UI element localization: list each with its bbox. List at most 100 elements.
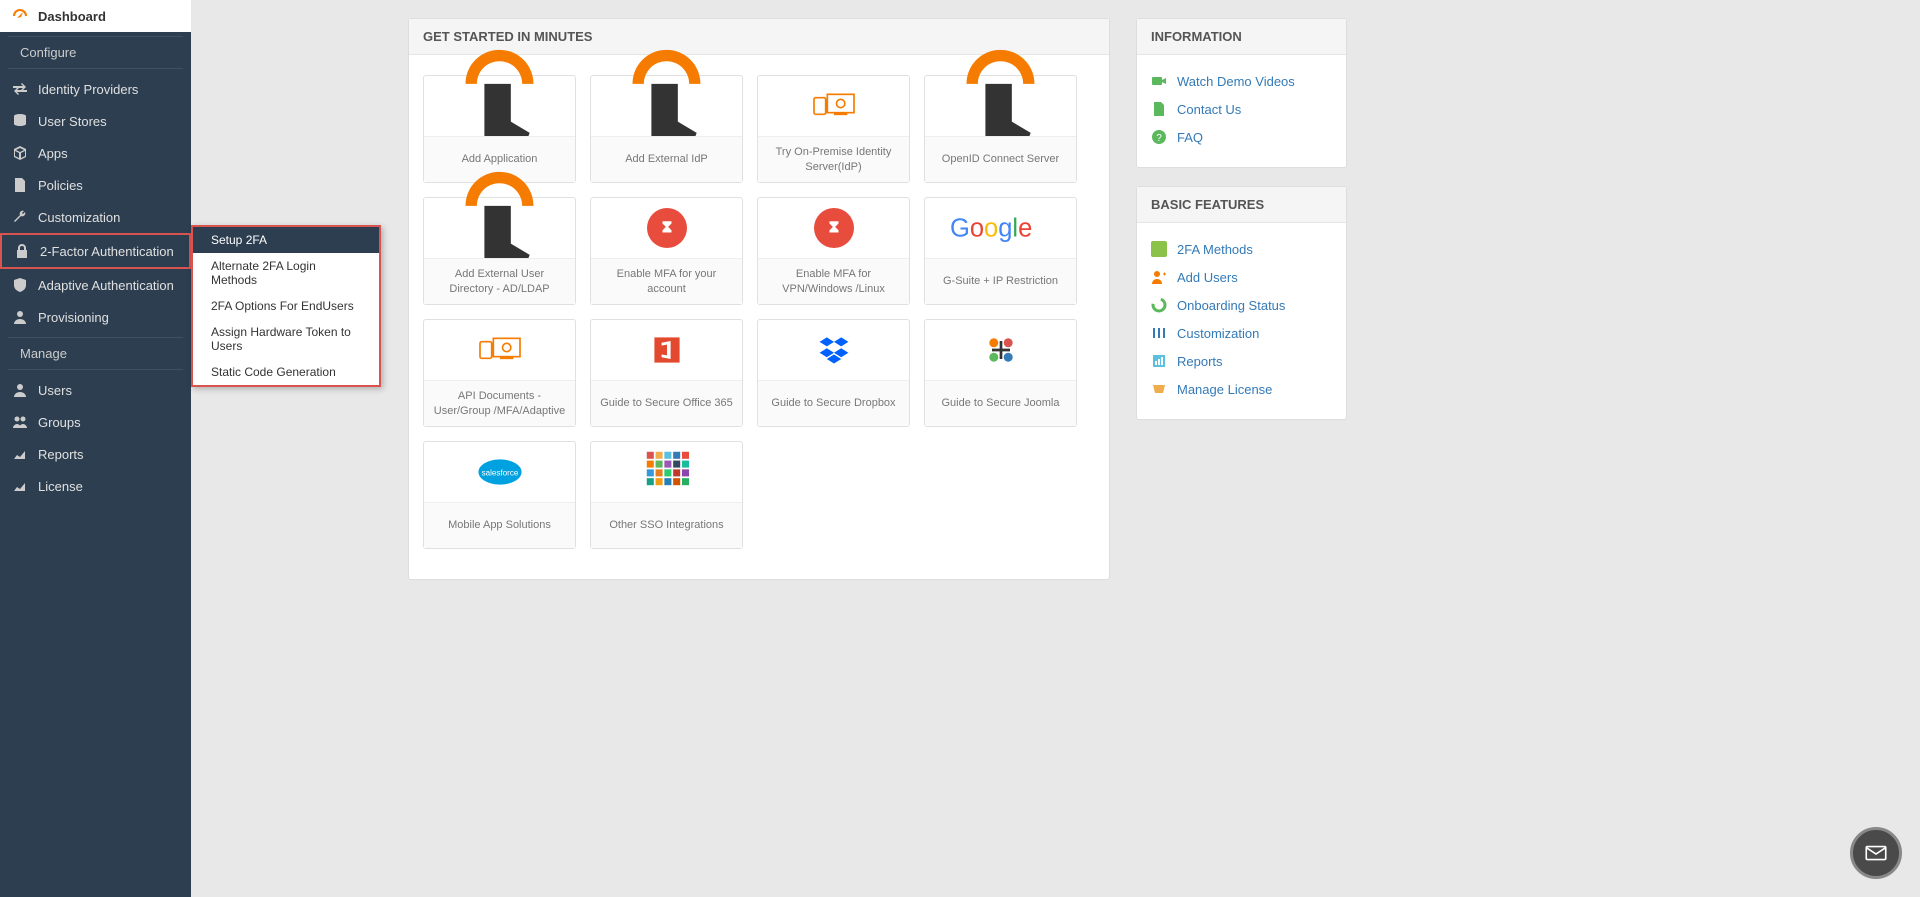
sidebar-item-users[interactable]: Users [0, 374, 191, 406]
link-manage-license[interactable]: Manage License [1151, 375, 1332, 403]
link-customization[interactable]: Customization [1151, 319, 1332, 347]
sidebar-item-apps[interactable]: Apps [0, 137, 191, 169]
sidebar-item-label: Customization [38, 210, 120, 225]
question-icon: ? [1151, 129, 1167, 145]
submenu-item-alternate-2fa[interactable]: Alternate 2FA Login Methods [193, 253, 379, 293]
main-panel: GET STARTED IN MINUTES Add Application A… [408, 18, 1110, 580]
user-icon [12, 382, 28, 398]
salesforce-icon: salesforce [424, 442, 575, 502]
dashboard-icon [12, 8, 28, 24]
submenu-item-assign-token[interactable]: Assign Hardware Token to Users [193, 319, 379, 359]
devices-icon [424, 320, 575, 380]
link-watch-demo[interactable]: Watch Demo Videos [1151, 67, 1332, 95]
card-onpremise-idp[interactable]: Try On-Premise Identity Server(IdP) [757, 75, 910, 183]
sidebar-item-customization[interactable]: Customization [0, 201, 191, 233]
sidebar-section-manage: Manage [8, 337, 183, 370]
sidebar-item-2fa[interactable]: 2-Factor Authentication [0, 233, 191, 269]
right-column: INFORMATION Watch Demo Videos Contact Us… [1136, 18, 1347, 438]
card-add-external-idp[interactable]: Add External IdP [590, 75, 743, 183]
card-openid-connect[interactable]: OpenID Connect Server [924, 75, 1077, 183]
link-label: Watch Demo Videos [1177, 74, 1295, 89]
touch-icon [591, 76, 742, 136]
sidebar-item-label: Users [38, 383, 72, 398]
lock-icon [14, 243, 30, 259]
sidebar-item-reports[interactable]: Reports [0, 438, 191, 470]
link-label: Reports [1177, 354, 1223, 369]
link-label: Manage License [1177, 382, 1272, 397]
link-2fa-methods[interactable]: 2FA Methods [1151, 235, 1332, 263]
card-label: Enable MFA for VPN/Windows /Linux [758, 258, 909, 304]
sidebar-item-dashboard[interactable]: Dashboard [0, 0, 191, 32]
sidebar: Dashboard Configure Identity Providers U… [0, 0, 191, 897]
sidebar-item-label: Dashboard [38, 9, 106, 24]
chart-icon [12, 478, 28, 494]
exchange-icon [12, 81, 28, 97]
svg-text:salesforce: salesforce [481, 469, 518, 478]
card-enable-mfa-account[interactable]: Enable MFA for your account [590, 197, 743, 305]
sidebar-item-policies[interactable]: Policies [0, 169, 191, 201]
database-icon [12, 113, 28, 129]
link-faq[interactable]: ? FAQ [1151, 123, 1332, 151]
submenu-item-setup-2fa[interactable]: Setup 2FA [193, 227, 379, 253]
link-label: 2FA Methods [1177, 242, 1253, 257]
card-label: Try On-Premise Identity Server(IdP) [758, 136, 909, 182]
sidebar-item-label: Identity Providers [38, 82, 138, 97]
report-icon [1151, 353, 1167, 369]
sidebar-item-groups[interactable]: Groups [0, 406, 191, 438]
dropbox-icon [758, 320, 909, 380]
sidebar-item-user-stores[interactable]: User Stores [0, 105, 191, 137]
card-joomla[interactable]: Guide to Secure Joomla [924, 319, 1077, 427]
sidebar-item-label: Groups [38, 415, 81, 430]
card-office365[interactable]: Guide to Secure Office 365 [590, 319, 743, 427]
card-grid: Add Application Add External IdP Try On-… [409, 55, 1109, 579]
information-panel: INFORMATION Watch Demo Videos Contact Us… [1136, 18, 1347, 168]
link-label: Add Users [1177, 270, 1238, 285]
card-label: Guide to Secure Dropbox [758, 380, 909, 426]
card-gsuite-ip[interactable]: Google G-Suite + IP Restriction [924, 197, 1077, 305]
chat-button[interactable] [1850, 827, 1902, 879]
user-add-icon [1151, 269, 1167, 285]
sliders-icon [1151, 325, 1167, 341]
sidebar-item-label: Reports [38, 447, 84, 462]
card-other-sso[interactable]: Other SSO Integrations [590, 441, 743, 549]
card-enable-mfa-vpn[interactable]: Enable MFA for VPN/Windows /Linux [757, 197, 910, 305]
box-icon [12, 145, 28, 161]
submenu-2fa: Setup 2FA Alternate 2FA Login Methods 2F… [191, 225, 381, 387]
hourglass-icon [758, 198, 909, 258]
sidebar-item-license[interactable]: License [0, 470, 191, 502]
apps-grid-icon [591, 442, 742, 502]
card-label: Enable MFA for your account [591, 258, 742, 304]
link-reports[interactable]: Reports [1151, 347, 1332, 375]
badge-icon [1151, 241, 1167, 257]
sidebar-item-label: Adaptive Authentication [38, 278, 174, 293]
card-label: Add External User Directory - AD/LDAP [424, 258, 575, 304]
info-panel-header: INFORMATION [1137, 19, 1346, 55]
chart-icon [12, 446, 28, 462]
link-add-users[interactable]: Add Users [1151, 263, 1332, 291]
touch-icon [925, 76, 1076, 136]
card-mobile-app[interactable]: salesforce Mobile App Solutions [423, 441, 576, 549]
envelope-icon [1863, 840, 1889, 866]
card-label: API Documents - User/Group /MFA/Adaptive [424, 380, 575, 426]
file-icon [1151, 101, 1167, 117]
wrench-icon [12, 209, 28, 225]
sidebar-item-provisioning[interactable]: Provisioning [0, 301, 191, 333]
sidebar-item-adaptive-auth[interactable]: Adaptive Authentication [0, 269, 191, 301]
link-onboarding-status[interactable]: Onboarding Status [1151, 291, 1332, 319]
sidebar-item-identity-providers[interactable]: Identity Providers [0, 73, 191, 105]
card-label: OpenID Connect Server [925, 136, 1076, 182]
touch-icon [424, 198, 575, 258]
submenu-item-2fa-endusers[interactable]: 2FA Options For EndUsers [193, 293, 379, 319]
joomla-icon [925, 320, 1076, 380]
user-icon [12, 309, 28, 325]
spinner-icon [1151, 297, 1167, 313]
office365-icon [591, 320, 742, 380]
sidebar-item-label: Policies [38, 178, 83, 193]
devices-icon [758, 76, 909, 136]
submenu-item-static-code[interactable]: Static Code Generation [193, 359, 379, 385]
card-add-external-directory[interactable]: Add External User Directory - AD/LDAP [423, 197, 576, 305]
document-icon [12, 177, 28, 193]
card-api-documents[interactable]: API Documents - User/Group /MFA/Adaptive [423, 319, 576, 427]
card-dropbox[interactable]: Guide to Secure Dropbox [757, 319, 910, 427]
link-contact-us[interactable]: Contact Us [1151, 95, 1332, 123]
